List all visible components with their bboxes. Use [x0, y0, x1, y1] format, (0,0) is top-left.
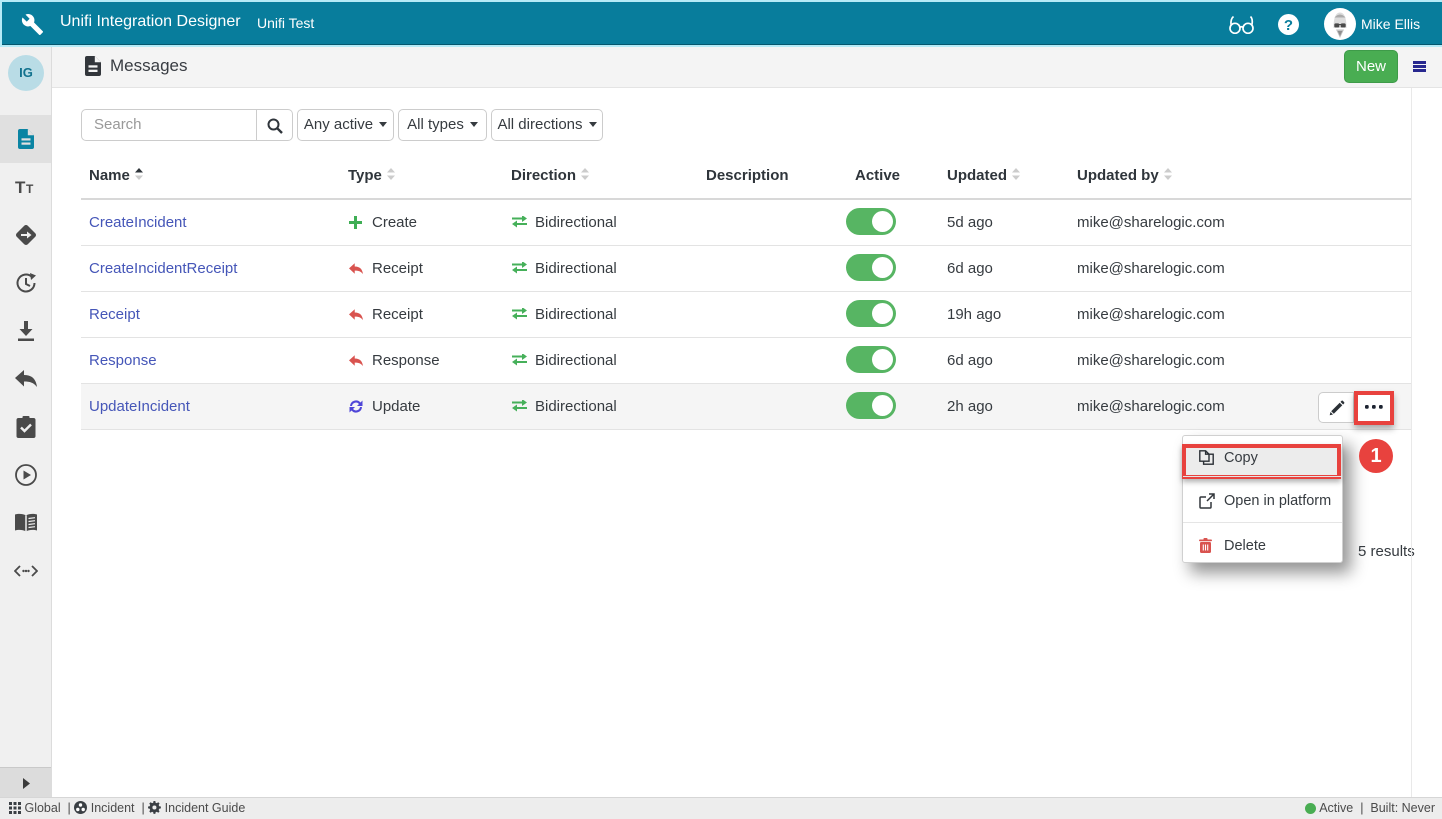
svg-text:?: ? — [1284, 17, 1293, 34]
svg-text:T: T — [26, 182, 34, 195]
svg-text:T: T — [15, 179, 26, 195]
